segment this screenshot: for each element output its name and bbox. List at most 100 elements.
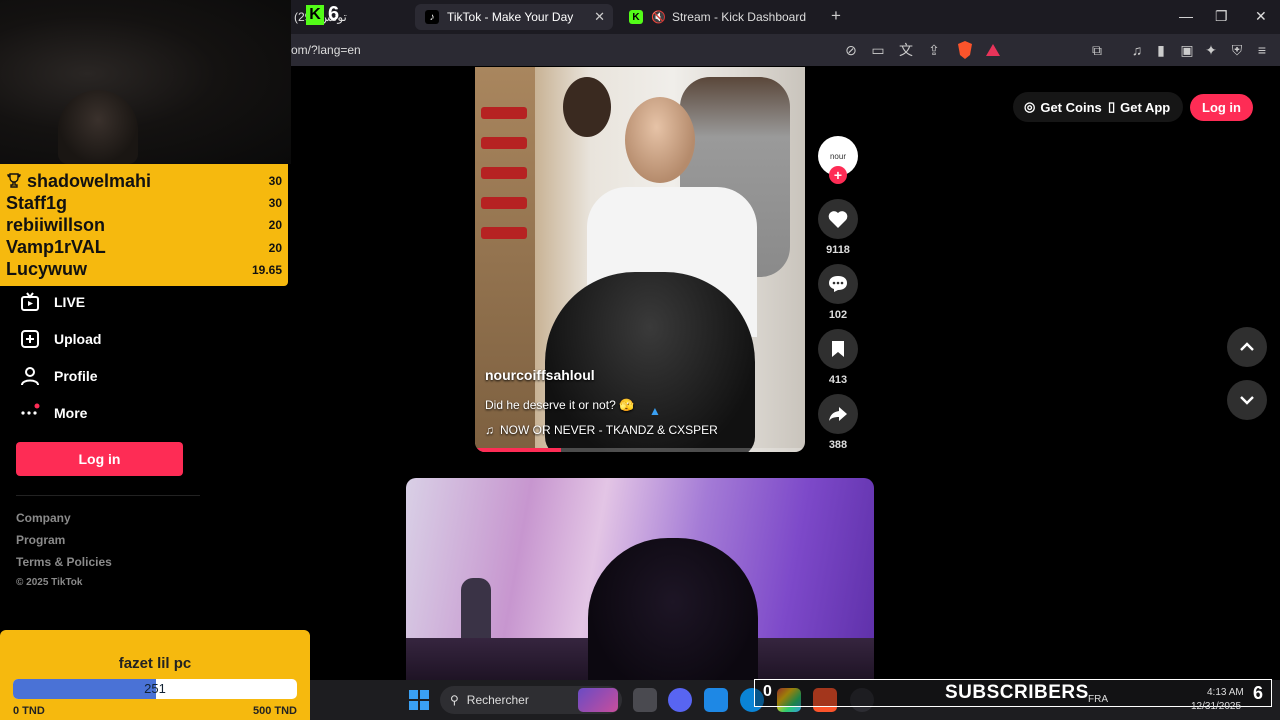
- video-author[interactable]: nourcoiffsahloul: [485, 367, 595, 383]
- search-icon: ⚲: [450, 693, 459, 707]
- video-player[interactable]: nourcoiffsahloul Did he deserve it or no…: [475, 67, 805, 452]
- goal-max-label: 500 TND: [252, 705, 297, 717]
- music-note-icon: ♫: [485, 423, 494, 437]
- previous-video-button[interactable]: [1227, 327, 1267, 367]
- bookmark-icon: [832, 341, 844, 357]
- clock-time[interactable]: 4:13 AM: [1207, 687, 1244, 698]
- leaderboard-row: rebiiwillson 20: [6, 214, 282, 236]
- kick-favicon-icon: K: [629, 10, 643, 24]
- menu-icon[interactable]: ≡: [1252, 40, 1272, 60]
- goal-min-label: 0 TND: [13, 705, 45, 717]
- save-button[interactable]: [818, 329, 858, 369]
- brave-rewards-icon[interactable]: [983, 40, 1003, 60]
- donation-goal-widget: fazet lil pc 251 0 TND 500 TND: [0, 630, 310, 720]
- sidebar-divider: [16, 495, 200, 496]
- subscribers-count: 6: [1253, 683, 1264, 703]
- sidebar-item-upload[interactable]: Upload: [20, 329, 101, 349]
- leaderboard-name: Vamp1rVAL: [6, 237, 106, 258]
- music-icon[interactable]: ♫: [1127, 40, 1147, 60]
- get-app-label: Get App: [1120, 99, 1171, 115]
- url-field[interactable]: om/?lang=en: [291, 43, 361, 57]
- trophy-icon: [7, 173, 21, 188]
- leaderboard-row: Staff1g 30: [6, 192, 282, 214]
- profile-icon: [20, 366, 40, 386]
- tab-tiktok-active[interactable]: ♪ TikTok - Make Your Day ✕: [415, 4, 613, 30]
- sidebar-login-button[interactable]: Log in: [16, 442, 183, 476]
- sidebar-item-label: Profile: [54, 368, 98, 384]
- minimize-icon[interactable]: —: [1179, 8, 1193, 24]
- goal-current-amount: 251: [144, 681, 166, 696]
- windows-start-icon[interactable]: [409, 690, 429, 710]
- leaderboard-name: Lucywuw: [6, 259, 88, 280]
- coin-icon: ◎: [1024, 99, 1036, 114]
- chevron-down-icon: [1240, 396, 1254, 405]
- streamer-silhouette: [58, 90, 138, 164]
- save-count: 413: [828, 374, 848, 386]
- get-coins-button[interactable]: ◎ Get Coins: [1024, 99, 1102, 115]
- sidebar-item-live[interactable]: LIVE: [20, 292, 85, 312]
- sidebar-item-label: LIVE: [54, 294, 86, 310]
- share-count: 388: [828, 439, 848, 451]
- language-indicator[interactable]: FRA: [1088, 694, 1108, 705]
- comment-button[interactable]: [818, 264, 858, 304]
- get-app-button[interactable]: ▯ Get App: [1108, 99, 1170, 115]
- wallet-icon[interactable]: ▣: [1177, 40, 1197, 60]
- leo-ai-icon[interactable]: ✦: [1201, 40, 1221, 60]
- get-coins-label: Get Coins: [1040, 99, 1102, 115]
- live-icon: [20, 292, 40, 312]
- comment-icon: [829, 276, 847, 292]
- no-tracking-icon[interactable]: ⊘: [841, 40, 861, 60]
- app-store-icon[interactable]: [704, 688, 728, 712]
- video-person-head: [625, 97, 695, 183]
- sidebar-toggle-icon[interactable]: ▮: [1151, 40, 1171, 60]
- video-music[interactable]: ♫ NOW OR NEVER - TKANDZ & CXSPER: [485, 423, 718, 437]
- sidebar-item-profile[interactable]: Profile: [20, 366, 98, 386]
- maximize-icon[interactable]: ❐: [1215, 8, 1228, 25]
- follow-button[interactable]: +: [829, 166, 847, 184]
- next-video-player[interactable]: [406, 478, 874, 688]
- screenshot-icon[interactable]: ⧉: [1087, 40, 1107, 60]
- donation-leaderboard: shadowelmahi 30 Staff1g 30 rebiiwillson …: [0, 164, 288, 286]
- heart-icon: [828, 211, 848, 228]
- footer-link-company[interactable]: Company: [16, 511, 71, 525]
- vpn-icon[interactable]: ⛨: [1227, 40, 1247, 60]
- header-login-button[interactable]: Log in: [1190, 94, 1253, 121]
- tab-label: Stream - Kick Dashboard: [671, 10, 807, 24]
- like-button[interactable]: [818, 199, 858, 239]
- goal-title: fazet lil pc: [118, 655, 192, 672]
- next-video-button[interactable]: [1227, 380, 1267, 420]
- search-placeholder: Rechercher: [466, 693, 529, 707]
- muted-speaker-icon[interactable]: 🔇: [651, 10, 666, 24]
- translate-icon[interactable]: 文: [896, 40, 916, 60]
- share-icon[interactable]: ⇪: [924, 40, 944, 60]
- leaderboard-row: shadowelmahi 30: [6, 170, 282, 192]
- leaderboard-name: shadowelmahi: [27, 170, 152, 191]
- sidebar-item-more[interactable]: More: [20, 403, 87, 423]
- new-tab-button[interactable]: +: [831, 6, 841, 26]
- video-progress-bar[interactable]: [475, 448, 561, 452]
- mouse-cursor-icon: ▲: [649, 404, 661, 418]
- subscribers-label: SUBSCRIBERS: [945, 682, 1089, 703]
- close-window-icon[interactable]: ✕: [1255, 8, 1267, 25]
- discord-icon[interactable]: [668, 688, 692, 712]
- search-highlight-icon[interactable]: [578, 688, 618, 712]
- cast-icon[interactable]: ▭: [868, 40, 888, 60]
- leaderboard-name: Staff1g: [6, 192, 68, 213]
- clock-date[interactable]: 12/31/2025: [1191, 701, 1241, 712]
- file-explorer-icon[interactable]: [633, 688, 657, 712]
- leaderboard-value: 20: [268, 218, 282, 233]
- video-caption: Did he deserve it or not? 🫣: [485, 398, 635, 412]
- tab-kick-dashboard[interactable]: K 🔇 Stream - Kick Dashboard: [619, 4, 819, 30]
- footer-link-terms[interactable]: Terms & Policies: [16, 555, 112, 569]
- leaderboard-row: Lucywuw 19.65: [6, 259, 282, 281]
- upload-icon: [20, 329, 40, 349]
- sidebar-item-label: Upload: [54, 331, 102, 347]
- kick-badge: K 6: [306, 3, 339, 26]
- kick-logo-icon: K: [306, 4, 324, 25]
- footer-link-program[interactable]: Program: [16, 533, 65, 547]
- brave-shield-icon[interactable]: [955, 40, 975, 60]
- tab-close-icon[interactable]: ✕: [594, 9, 605, 25]
- sidebar-item-label: More: [54, 405, 88, 421]
- shelf-image: [475, 67, 535, 452]
- share-button[interactable]: [818, 394, 858, 434]
